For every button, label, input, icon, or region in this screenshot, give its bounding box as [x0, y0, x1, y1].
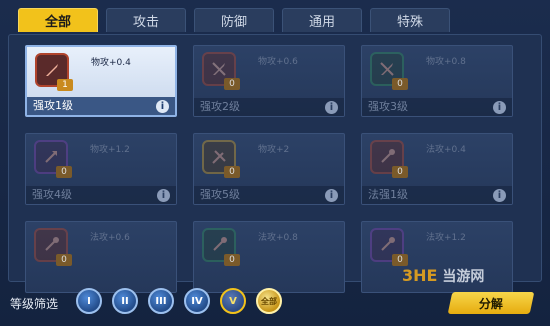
- level-all-button[interactable]: 全部: [256, 288, 282, 314]
- count-badge: 0: [224, 254, 240, 266]
- rune-card[interactable]: 1 物攻+0.4 强攻1级 i: [25, 45, 177, 117]
- level-2-button[interactable]: II: [112, 288, 138, 314]
- level-5-button[interactable]: V: [220, 288, 246, 314]
- rune-card[interactable]: 0 法攻+0.4 法强1级 i: [361, 133, 513, 205]
- info-icon[interactable]: i: [156, 100, 169, 113]
- count-badge: 1: [57, 79, 73, 91]
- rune-name: 强攻4级: [26, 186, 176, 204]
- level-1-button[interactable]: I: [76, 288, 102, 314]
- rune-panel: 1 物攻+0.4 强攻1级 i 0 物攻+0.6 强攻2级 i 0 物攻+0.8…: [8, 34, 542, 293]
- count-badge: 0: [56, 254, 72, 266]
- rune-name: 强攻5级: [194, 186, 344, 204]
- rune-name: 强攻3级: [362, 98, 512, 116]
- rune-name: 法强1级: [362, 186, 512, 204]
- game-window: 全部 攻击 防御 通用 特殊 1 物攻+0.4 强攻1级 i 0 物攻+0.6 …: [0, 0, 550, 326]
- rune-name: 强攻1级: [27, 97, 175, 115]
- bonus-text: 法攻+1.2: [426, 233, 466, 243]
- bonus-text: 物攻+0.4: [91, 58, 131, 68]
- decompose-button[interactable]: 分解: [447, 292, 535, 314]
- info-icon[interactable]: i: [325, 101, 338, 114]
- count-badge: 0: [224, 78, 240, 90]
- level-filter: I II III IV V 全部: [76, 288, 282, 314]
- count-badge: 0: [392, 254, 408, 266]
- count-badge: 0: [392, 166, 408, 178]
- tab-all[interactable]: 全部: [18, 8, 98, 32]
- bonus-text: 法攻+0.6: [90, 233, 130, 243]
- rune-card[interactable]: 0 法攻+0.8: [193, 221, 345, 293]
- info-icon[interactable]: i: [157, 189, 170, 202]
- count-badge: 0: [392, 78, 408, 90]
- level-filter-label: 等级筛选: [10, 297, 59, 311]
- rune-card[interactable]: 0 物攻+0.8 强攻3级 i: [361, 45, 513, 117]
- bonus-text: 物攻+1.2: [90, 145, 130, 155]
- count-badge: 0: [56, 166, 72, 178]
- count-badge: 0: [224, 166, 240, 178]
- bonus-text: 法攻+0.4: [426, 145, 466, 155]
- tab-defense[interactable]: 防御: [194, 8, 274, 32]
- info-icon[interactable]: i: [493, 189, 506, 202]
- rune-card[interactable]: 0 物攻+2 强攻5级 i: [193, 133, 345, 205]
- watermark-text: 当游网: [442, 269, 485, 285]
- rune-name: 强攻2级: [194, 98, 344, 116]
- tab-attack[interactable]: 攻击: [106, 8, 186, 32]
- level-4-button[interactable]: IV: [184, 288, 210, 314]
- rune-card[interactable]: 0 物攻+0.6 强攻2级 i: [193, 45, 345, 117]
- bonus-text: 物攻+2: [258, 145, 290, 155]
- rune-card[interactable]: 0 法攻+0.6: [25, 221, 177, 293]
- bonus-text: 物攻+0.8: [426, 57, 466, 67]
- level-3-button[interactable]: III: [148, 288, 174, 314]
- rune-card[interactable]: 0 物攻+1.2 强攻4级 i: [25, 133, 177, 205]
- watermark-mark: 3HE: [402, 266, 438, 285]
- info-icon[interactable]: i: [493, 101, 506, 114]
- tab-special[interactable]: 特殊: [370, 8, 450, 32]
- watermark: 3HE 当游网: [402, 266, 484, 286]
- decompose-label: 分解: [478, 296, 503, 311]
- category-tabs: 全部 攻击 防御 通用 特殊: [18, 8, 450, 34]
- info-icon[interactable]: i: [325, 189, 338, 202]
- bonus-text: 物攻+0.6: [258, 57, 298, 67]
- tab-general[interactable]: 通用: [282, 8, 362, 32]
- bonus-text: 法攻+0.8: [258, 233, 298, 243]
